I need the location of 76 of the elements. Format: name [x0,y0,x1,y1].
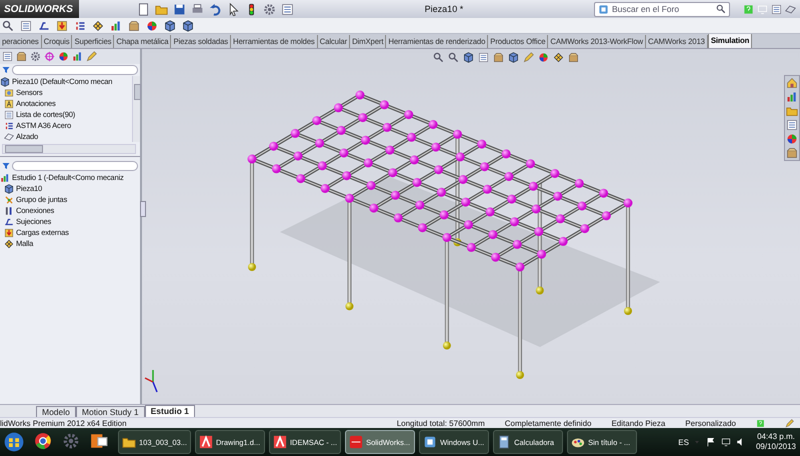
chart-icon[interactable] [110,20,122,32]
material-icon [4,120,14,130]
annotation-icon [4,98,14,108]
undo-icon[interactable] [208,2,222,16]
cube-icon[interactable] [182,20,194,32]
filter-field[interactable] [12,161,138,171]
language-indicator[interactable]: ES [678,438,689,446]
axis-triad-icon [144,370,158,392]
start-button-icon[interactable] [4,432,24,452]
fixture-icon [4,216,14,226]
app-icon [349,435,364,449]
house-icon[interactable] [786,77,798,89]
filter-icon[interactable] [2,66,10,74]
sphere-icon[interactable] [786,133,798,145]
browser-icon[interactable] [34,432,52,450]
clock[interactable]: 04:43 p.m. 09/10/2013 [756,432,796,452]
scrollbar[interactable] [2,144,136,154]
load-icon [4,228,14,238]
box-icon[interactable] [786,147,798,159]
splitter-handle[interactable] [140,201,146,217]
study-tab[interactable]: Estudio 1 [144,405,195,417]
feature-tree-icon[interactable] [2,51,13,62]
folder-icon[interactable] [786,105,798,117]
zoom-icon[interactable] [433,52,444,63]
sphere-icon[interactable] [538,52,549,63]
search-field[interactable]: Buscar en el Foro [594,2,730,16]
mesh-icon[interactable] [92,20,104,32]
folder-icon [122,435,136,449]
window-icon [423,435,438,449]
app-icon [198,435,213,449]
list-icon[interactable] [280,2,294,16]
bars-icon[interactable] [74,20,86,32]
scrollbar[interactable] [132,76,140,142]
status-text: Completamente definido [504,418,592,428]
list-icon[interactable] [478,52,489,63]
search-icon [716,4,726,14]
save-icon[interactable] [172,2,186,16]
new-document-icon[interactable] [136,2,150,16]
list-icon[interactable] [786,119,798,131]
box-icon[interactable] [493,52,504,63]
app-icon [272,435,287,449]
cube-icon[interactable] [164,20,176,32]
gear-icon[interactable] [262,2,276,16]
status-text: Longitud total: 57600mm [396,418,485,428]
status-text: Personalizado [685,418,736,428]
chart-icon[interactable] [786,91,798,103]
mesh-icon[interactable] [553,52,564,63]
app-logo[interactable]: SOLIDWORKS [0,0,79,18]
cut-list-icon [4,110,14,120]
load-icon[interactable] [56,20,68,32]
mail-icon[interactable] [90,432,108,450]
list-icon[interactable] [20,20,32,32]
window-title: Pieza10 * [424,4,464,14]
sensor-icon [4,88,14,98]
chart-icon[interactable] [72,51,83,62]
pencil-icon[interactable] [523,52,534,63]
tools-icon[interactable] [62,432,80,450]
printer-icon[interactable] [190,2,204,16]
edition-text: lidWorks Premium 2012 x64 Edition [0,418,127,428]
monitor-icon[interactable] [720,437,731,447]
box-icon[interactable] [568,52,579,63]
sphere-icon[interactable] [146,20,158,32]
mesh-icon [4,238,14,248]
cube-icon[interactable] [463,52,474,63]
bracket-icon[interactable] [38,20,50,32]
target-icon[interactable] [44,51,55,62]
filter-field[interactable] [12,65,138,75]
cube-icon[interactable] [508,52,519,63]
calculator-icon [497,435,512,449]
box-icon[interactable] [128,20,140,32]
filter-icon[interactable] [2,162,10,170]
status-text: Editando Pieza [611,418,666,428]
search-icon[interactable] [2,20,14,32]
zoom-icon[interactable] [448,52,459,63]
flag-icon[interactable] [706,437,716,447]
plane-icon [4,132,14,142]
